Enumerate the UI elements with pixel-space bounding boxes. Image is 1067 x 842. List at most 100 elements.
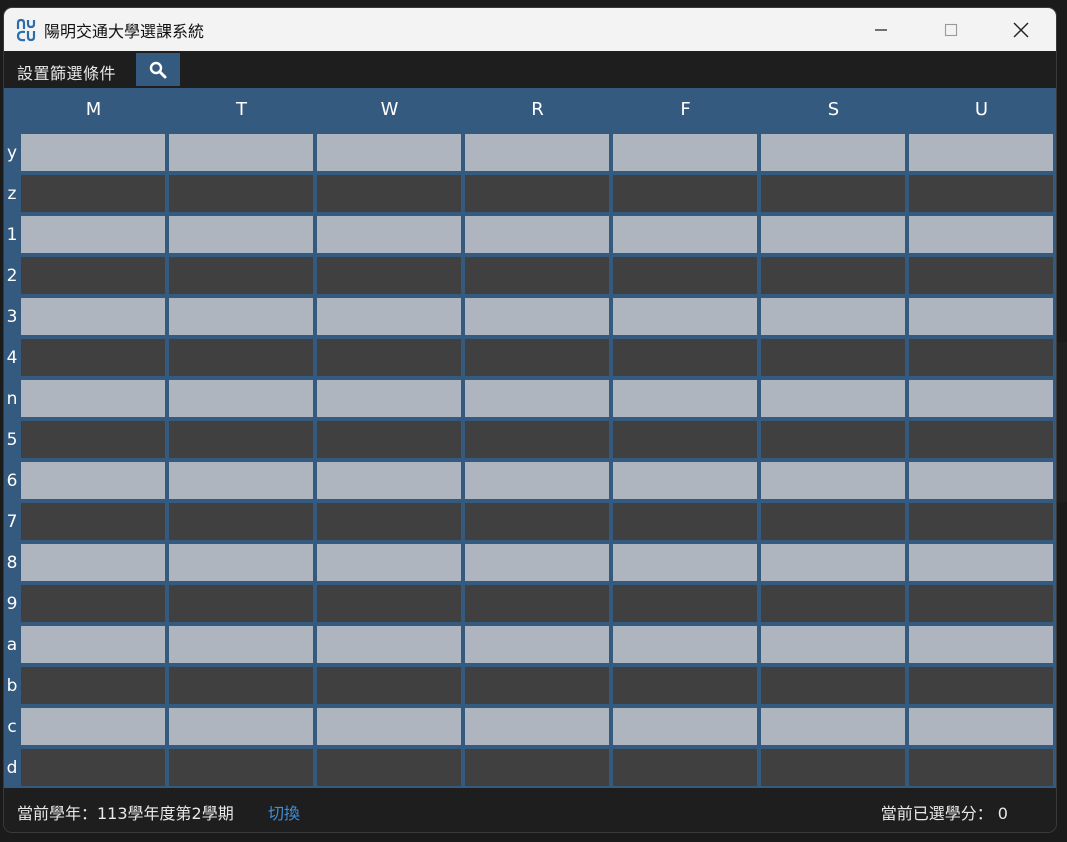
search-button[interactable] — [136, 53, 180, 86]
timeslot-cell-r-c[interactable] — [465, 708, 609, 745]
timeslot-cell-f-2[interactable] — [613, 257, 757, 294]
timeslot-cell-t-a[interactable] — [169, 626, 313, 663]
timeslot-cell-r-9[interactable] — [465, 585, 609, 622]
timeslot-cell-m-8[interactable] — [21, 544, 165, 581]
timeslot-cell-m-6[interactable] — [21, 462, 165, 499]
timeslot-cell-u-8[interactable] — [909, 544, 1053, 581]
switch-semester-link[interactable]: 切換 — [268, 800, 300, 824]
timeslot-cell-s-7[interactable] — [761, 503, 905, 540]
timeslot-cell-w-5[interactable] — [317, 421, 461, 458]
timeslot-cell-u-6[interactable] — [909, 462, 1053, 499]
timeslot-cell-t-c[interactable] — [169, 708, 313, 745]
timeslot-cell-r-8[interactable] — [465, 544, 609, 581]
timeslot-cell-u-1[interactable] — [909, 216, 1053, 253]
timeslot-cell-t-7[interactable] — [169, 503, 313, 540]
timeslot-cell-f-a[interactable] — [613, 626, 757, 663]
timeslot-cell-f-c[interactable] — [613, 708, 757, 745]
timeslot-cell-u-c[interactable] — [909, 708, 1053, 745]
timeslot-cell-r-1[interactable] — [465, 216, 609, 253]
timeslot-cell-m-z[interactable] — [21, 175, 165, 212]
timeslot-cell-r-z[interactable] — [465, 175, 609, 212]
timeslot-cell-s-b[interactable] — [761, 667, 905, 704]
timeslot-cell-r-a[interactable] — [465, 626, 609, 663]
timeslot-cell-s-9[interactable] — [761, 585, 905, 622]
timeslot-cell-t-1[interactable] — [169, 216, 313, 253]
timeslot-cell-f-6[interactable] — [613, 462, 757, 499]
timeslot-cell-m-9[interactable] — [21, 585, 165, 622]
timeslot-cell-m-2[interactable] — [21, 257, 165, 294]
timeslot-cell-u-n[interactable] — [909, 380, 1053, 417]
timeslot-cell-t-y[interactable] — [169, 134, 313, 171]
timeslot-cell-m-7[interactable] — [21, 503, 165, 540]
timeslot-cell-w-d[interactable] — [317, 749, 461, 786]
timeslot-cell-m-n[interactable] — [21, 380, 165, 417]
timeslot-cell-s-6[interactable] — [761, 462, 905, 499]
timeslot-cell-u-4[interactable] — [909, 339, 1053, 376]
timeslot-cell-r-y[interactable] — [465, 134, 609, 171]
timeslot-cell-w-1[interactable] — [317, 216, 461, 253]
timeslot-cell-m-y[interactable] — [21, 134, 165, 171]
timeslot-cell-s-n[interactable] — [761, 380, 905, 417]
timeslot-cell-m-5[interactable] — [21, 421, 165, 458]
timeslot-cell-m-b[interactable] — [21, 667, 165, 704]
timeslot-cell-u-3[interactable] — [909, 298, 1053, 335]
timeslot-cell-r-3[interactable] — [465, 298, 609, 335]
timeslot-cell-r-n[interactable] — [465, 380, 609, 417]
timeslot-cell-r-6[interactable] — [465, 462, 609, 499]
timeslot-cell-s-8[interactable] — [761, 544, 905, 581]
maximize-button[interactable] — [916, 8, 986, 51]
timeslot-cell-w-c[interactable] — [317, 708, 461, 745]
timeslot-cell-w-6[interactable] — [317, 462, 461, 499]
timeslot-cell-t-5[interactable] — [169, 421, 313, 458]
timeslot-cell-f-d[interactable] — [613, 749, 757, 786]
timeslot-cell-u-y[interactable] — [909, 134, 1053, 171]
timeslot-cell-s-d[interactable] — [761, 749, 905, 786]
timeslot-cell-w-a[interactable] — [317, 626, 461, 663]
timeslot-cell-t-z[interactable] — [169, 175, 313, 212]
timeslot-cell-s-a[interactable] — [761, 626, 905, 663]
timeslot-cell-t-6[interactable] — [169, 462, 313, 499]
timeslot-cell-r-5[interactable] — [465, 421, 609, 458]
timeslot-cell-u-5[interactable] — [909, 421, 1053, 458]
timeslot-cell-w-2[interactable] — [317, 257, 461, 294]
timeslot-cell-t-2[interactable] — [169, 257, 313, 294]
timeslot-cell-u-b[interactable] — [909, 667, 1053, 704]
timeslot-cell-f-8[interactable] — [613, 544, 757, 581]
timeslot-cell-m-3[interactable] — [21, 298, 165, 335]
timeslot-cell-m-a[interactable] — [21, 626, 165, 663]
timeslot-cell-s-2[interactable] — [761, 257, 905, 294]
timeslot-cell-t-n[interactable] — [169, 380, 313, 417]
timeslot-cell-w-8[interactable] — [317, 544, 461, 581]
close-button[interactable] — [986, 8, 1056, 51]
timeslot-cell-f-3[interactable] — [613, 298, 757, 335]
timeslot-cell-u-z[interactable] — [909, 175, 1053, 212]
timeslot-cell-t-8[interactable] — [169, 544, 313, 581]
timeslot-cell-s-z[interactable] — [761, 175, 905, 212]
timeslot-cell-u-2[interactable] — [909, 257, 1053, 294]
timeslot-cell-u-7[interactable] — [909, 503, 1053, 540]
timeslot-cell-t-3[interactable] — [169, 298, 313, 335]
timeslot-cell-s-y[interactable] — [761, 134, 905, 171]
timeslot-cell-t-b[interactable] — [169, 667, 313, 704]
timeslot-cell-f-y[interactable] — [613, 134, 757, 171]
timeslot-cell-w-y[interactable] — [317, 134, 461, 171]
timeslot-cell-r-2[interactable] — [465, 257, 609, 294]
timeslot-cell-u-d[interactable] — [909, 749, 1053, 786]
timeslot-cell-t-d[interactable] — [169, 749, 313, 786]
timeslot-cell-f-9[interactable] — [613, 585, 757, 622]
timeslot-cell-m-c[interactable] — [21, 708, 165, 745]
timeslot-cell-f-4[interactable] — [613, 339, 757, 376]
timeslot-cell-w-3[interactable] — [317, 298, 461, 335]
timeslot-cell-s-3[interactable] — [761, 298, 905, 335]
timeslot-cell-f-7[interactable] — [613, 503, 757, 540]
timeslot-cell-w-b[interactable] — [317, 667, 461, 704]
timeslot-cell-w-9[interactable] — [317, 585, 461, 622]
timeslot-cell-r-7[interactable] — [465, 503, 609, 540]
timeslot-cell-m-1[interactable] — [21, 216, 165, 253]
timeslot-cell-w-7[interactable] — [317, 503, 461, 540]
timeslot-cell-t-4[interactable] — [169, 339, 313, 376]
timeslot-cell-f-5[interactable] — [613, 421, 757, 458]
timeslot-cell-s-5[interactable] — [761, 421, 905, 458]
timeslot-cell-f-n[interactable] — [613, 380, 757, 417]
timeslot-cell-u-9[interactable] — [909, 585, 1053, 622]
